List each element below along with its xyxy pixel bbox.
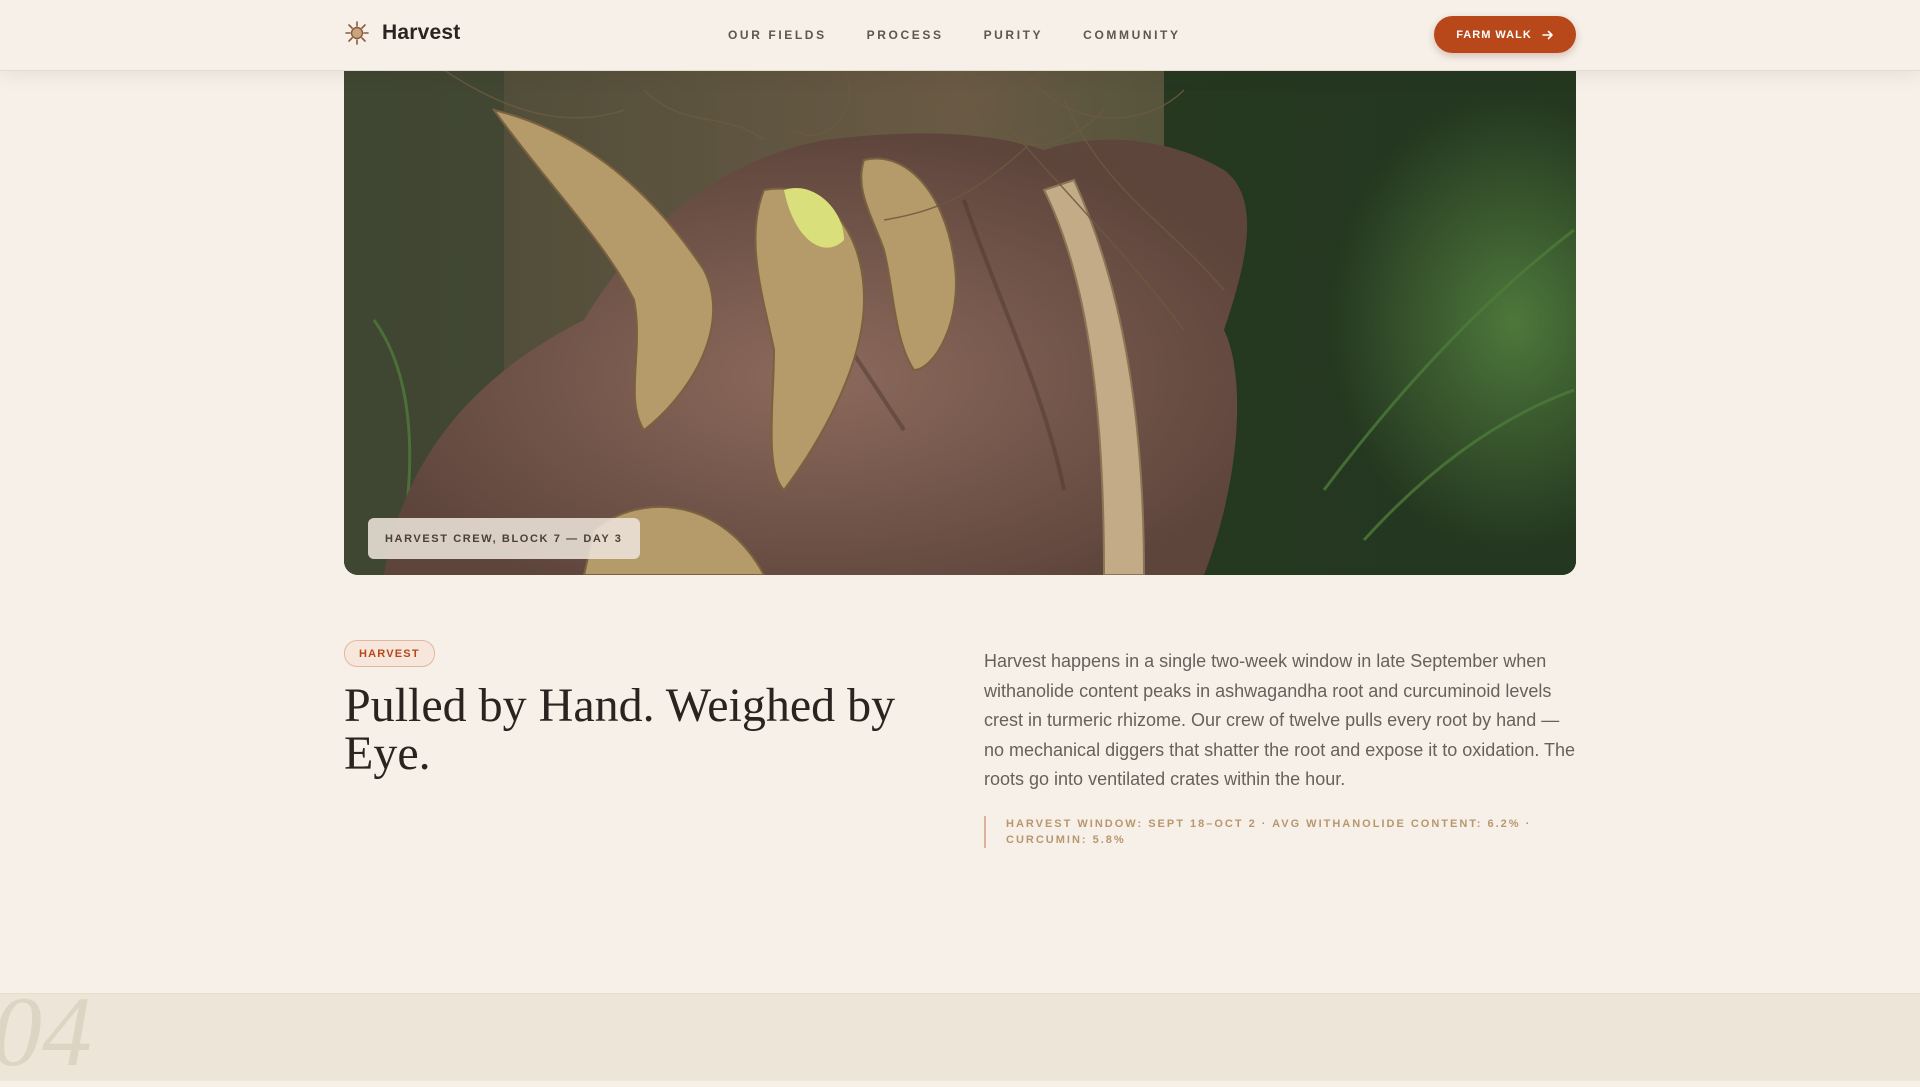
brand-logo-link[interactable]: Harvest <box>344 20 460 46</box>
nav-link-community[interactable]: COMMUNITY <box>1083 28 1180 42</box>
section-body: Harvest happens in a single two-week win… <box>984 651 1576 789</box>
nav-link-process[interactable]: PROCESS <box>867 28 944 42</box>
section-headline: Pulled by Hand. Weighed by Eye. <box>344 679 896 780</box>
photo-caption: HARVEST CREW, BLOCK 7 — DAY 3 <box>368 518 640 559</box>
main-nav: OUR FIELDS PROCESS PURITY COMMUNITY <box>728 0 1181 70</box>
arrow-right-icon <box>1541 30 1553 39</box>
sun-leaf-icon <box>345 21 369 45</box>
harvest-stats: HARVEST WINDOW: SEPT 18–OCT 2 · AVG WITH… <box>984 816 1576 848</box>
nav-link-purity[interactable]: PURITY <box>984 28 1044 42</box>
top-nav: Harvest OUR FIELDS PROCESS PURITY COMMUN… <box>0 0 1920 71</box>
farm-walk-label: FARM WALK <box>1456 28 1532 41</box>
hero-photo: HARVEST CREW, BLOCK 7 — DAY 3 <box>344 70 1576 575</box>
section-badge: HARVEST <box>344 640 435 667</box>
harvest-roots-photo <box>344 70 1576 575</box>
section-number: 04 <box>0 976 92 1087</box>
next-section: 04 <box>0 982 1920 1082</box>
nav-link-our-fields[interactable]: OUR FIELDS <box>728 28 827 42</box>
farm-walk-button[interactable]: FARM WALK <box>1434 16 1576 53</box>
brand-name: Harvest <box>382 21 461 44</box>
